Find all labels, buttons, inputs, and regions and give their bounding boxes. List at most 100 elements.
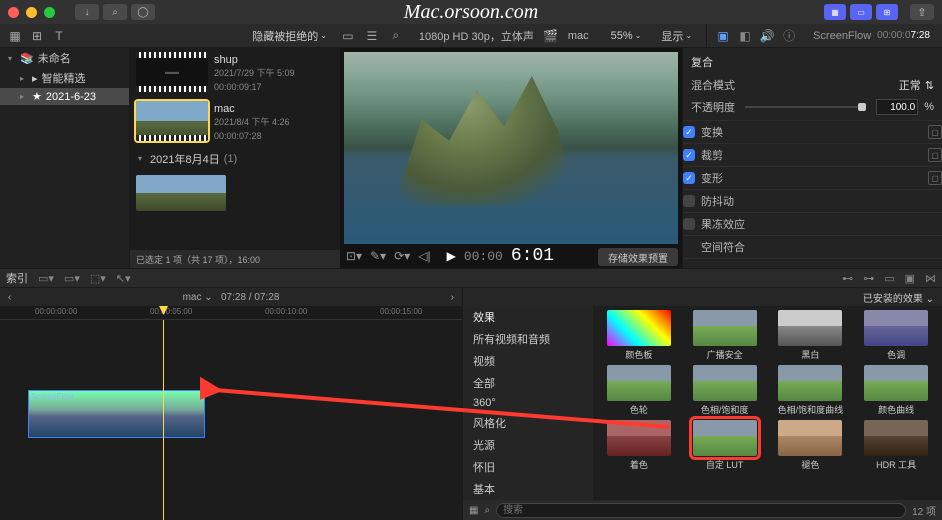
clip-item[interactable]: mac 2021/8/4 下午 4:26 00:00:07:28 <box>130 97 340 146</box>
effects-view-icon[interactable]: ▦ <box>469 505 478 516</box>
effect-item[interactable]: 着色 <box>597 420 681 471</box>
distort-reset[interactable]: ▢ <box>928 171 942 185</box>
trim-tool-icon[interactable]: ⬚▾ <box>90 272 106 285</box>
enhance-tool-icon[interactable]: ✎▾ <box>370 249 386 263</box>
timeline-ruler[interactable]: 00:00:00:00 00:00:05:00 00:00:10:00 00:0… <box>0 306 462 320</box>
library-root[interactable]: ▾📚 未命名 <box>0 48 129 68</box>
effect-category[interactable]: 全部 <box>463 372 593 394</box>
effect-category[interactable]: 所有视频和音频 <box>463 328 593 350</box>
play-button[interactable]: ▶ <box>447 249 456 263</box>
viewer-canvas[interactable] <box>344 52 678 244</box>
timeline-history-back[interactable]: ‹ <box>8 292 11 303</box>
effect-item[interactable]: 颜色板 <box>597 310 681 361</box>
import-button[interactable]: ↓ <box>75 4 99 20</box>
timeline-name[interactable]: mac <box>183 292 202 303</box>
timecode-current: 6:01 <box>511 246 554 266</box>
effect-item[interactable]: 自定 LUT <box>683 420 767 471</box>
pointer-tool-icon[interactable]: ↖▾ <box>116 272 131 285</box>
effect-category[interactable]: 基本 <box>463 478 593 500</box>
audio-skim-icon[interactable]: ▭ <box>884 272 894 285</box>
timeline-clip[interactable]: ScreenFlow <box>28 390 205 438</box>
clip-thumbnail[interactable]: ▬▬ <box>136 52 208 92</box>
browser-toggle[interactable]: ▦ <box>824 4 846 20</box>
playhead[interactable] <box>163 320 164 520</box>
library-icon[interactable]: ▦ <box>6 28 24 44</box>
search-icon[interactable]: ⌕ <box>387 28 405 44</box>
effect-thumbnail <box>693 310 757 346</box>
photos-icon[interactable]: ⊞ <box>28 28 46 44</box>
clip-thumbnail[interactable] <box>136 175 226 211</box>
installed-effects-dropdown[interactable]: 已安装的效果 ⌄ <box>863 290 934 305</box>
inspector-toggle[interactable]: ⊞ <box>876 4 898 20</box>
titles-icon[interactable]: T <box>50 28 68 44</box>
effect-category[interactable]: 风格化 <box>463 412 593 434</box>
rolling-label: 果冻效应 <box>701 216 745 232</box>
effect-item[interactable]: 色相/饱和度 <box>683 365 767 416</box>
index-tool-icon[interactable]: ▭▾ <box>38 272 54 285</box>
zoom-window[interactable] <box>44 7 55 18</box>
video-inspector-icon[interactable]: ▣ <box>715 29 731 43</box>
info-inspector-icon[interactable]: ⓘ <box>781 27 797 44</box>
rolling-checkbox[interactable] <box>683 218 695 230</box>
effect-item[interactable]: 颜色曲线 <box>854 365 938 416</box>
audio-inspector-icon[interactable]: 🔊 <box>759 29 775 43</box>
color-inspector-icon[interactable]: ◧ <box>737 29 753 43</box>
minimize-window[interactable] <box>26 7 37 18</box>
effect-category[interactable]: 怀旧 <box>463 456 593 478</box>
view-dropdown[interactable]: 显示 ⌄ <box>655 28 698 44</box>
distort-checkbox[interactable]: ✓ <box>683 172 695 184</box>
timeline-toggle[interactable]: ▭ <box>850 4 872 20</box>
effect-category[interactable]: 360° <box>463 394 593 412</box>
effect-item[interactable]: 黑白 <box>769 310 853 361</box>
skim-back-icon[interactable]: ◁| <box>418 249 430 263</box>
index-button[interactable]: 索引 <box>6 270 28 286</box>
ruler-tick: 00:00:10:00 <box>265 307 307 316</box>
effect-item[interactable]: 色调 <box>854 310 938 361</box>
clip-item[interactable] <box>130 171 340 215</box>
clip-thumbnail[interactable] <box>136 101 208 141</box>
snap-icon[interactable]: ⊷ <box>842 272 853 285</box>
opacity-input[interactable] <box>876 99 918 115</box>
viewer: ⊡▾ ✎▾ ⟳▾ ◁| ▶ 00:006:01 ⤢ 存储效果预置 <box>340 48 682 268</box>
index-tool2-icon[interactable]: ▭▾ <box>64 272 80 285</box>
opacity-slider[interactable] <box>745 106 866 108</box>
effect-item[interactable]: 色相/饱和度曲线 <box>769 365 853 416</box>
effect-item[interactable]: 色轮 <box>597 365 681 416</box>
stabilize-checkbox[interactable] <box>683 195 695 207</box>
effect-thumbnail <box>864 420 928 456</box>
zoom-dropdown[interactable]: 55% ⌄ <box>605 30 648 42</box>
effect-item[interactable]: 广播安全 <box>683 310 767 361</box>
effect-item[interactable]: 褪色 <box>769 420 853 471</box>
transform-reset[interactable]: ▢ <box>928 125 942 139</box>
share-button[interactable]: ⇧ <box>910 4 934 20</box>
skimming-icon[interactable]: ⊶ <box>863 272 874 285</box>
timeline-close-icon[interactable]: ⋈ <box>925 272 936 285</box>
effect-category[interactable]: 视频 <box>463 350 593 372</box>
filter-dropdown[interactable]: 隐藏被拒绝的 ⌄ <box>246 28 333 44</box>
effect-category[interactable]: 效果 <box>463 306 593 328</box>
event-item[interactable]: ▸★ 2021-6-23 <box>0 88 129 105</box>
close-window[interactable] <box>8 7 19 18</box>
clip-appearance-icon[interactable]: ▭ <box>339 28 357 44</box>
transform-tool-icon[interactable]: ⊡▾ <box>346 249 362 263</box>
blend-mode-value[interactable]: 正常 ⇅ <box>899 77 934 93</box>
list-view-icon[interactable]: ☰ <box>363 28 381 44</box>
crop-reset[interactable]: ▢ <box>928 148 942 162</box>
background-tasks-button[interactable]: ◯ <box>131 4 155 20</box>
keyword-button[interactable]: ⌕ <box>103 4 127 20</box>
timeline-tracks[interactable]: ScreenFlow <box>0 320 462 520</box>
timeline-history-fwd[interactable]: › <box>451 292 454 303</box>
date-group-header[interactable]: ▾2021年8月4日 (1) <box>130 147 340 171</box>
retime-tool-icon[interactable]: ⟳▾ <box>394 249 410 263</box>
transform-checkbox[interactable]: ✓ <box>683 126 695 138</box>
effects-search-input[interactable] <box>496 503 906 518</box>
timeline-clip-label: ScreenFlow <box>31 392 73 401</box>
titlebar: ↓ ⌕ ◯ Mac.orsoon.com ▦ ▭ ⊞ ⇧ <box>0 0 942 24</box>
solo-icon[interactable]: ▣ <box>905 272 915 285</box>
clip-item[interactable]: ▬▬ shup 2021/7/29 下午 5:09 00:00:09:17 <box>130 48 340 97</box>
smart-collection[interactable]: ▸▸ 智能精选 <box>0 68 129 88</box>
save-preset-button[interactable]: 存储效果预置 <box>598 248 678 266</box>
crop-checkbox[interactable]: ✓ <box>683 149 695 161</box>
effect-item[interactable]: HDR 工具 <box>854 420 938 471</box>
effect-category[interactable]: 光源 <box>463 434 593 456</box>
